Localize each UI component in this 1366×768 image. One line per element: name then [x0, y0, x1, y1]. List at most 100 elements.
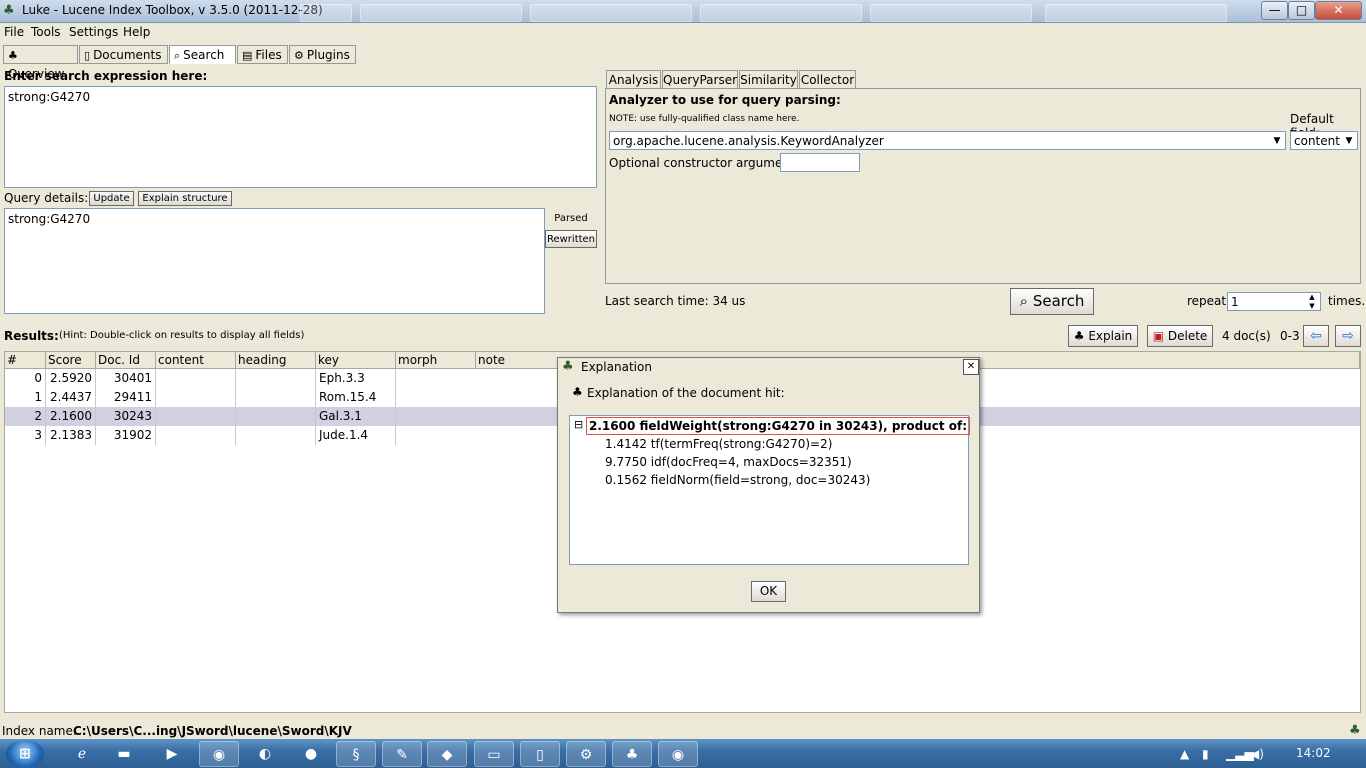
- taskbar-chrome[interactable]: ◉: [199, 741, 239, 767]
- repeat-value: 1: [1231, 295, 1239, 309]
- chevron-down-icon[interactable]: ▼: [1341, 132, 1357, 149]
- tree-node-tf[interactable]: 1.4142 tf(termFreq(strong:G4270)=2): [605, 437, 832, 451]
- cell-key: Rom.15.4: [316, 388, 396, 407]
- taskbar-eclipse[interactable]: ◐: [245, 741, 285, 767]
- background-taskbar-preview: [1045, 4, 1227, 22]
- cell-score: 2.1383: [46, 426, 96, 445]
- menu-settings[interactable]: Settings: [69, 25, 118, 39]
- repeat-spinner[interactable]: 1 ▲ ▼: [1227, 292, 1321, 311]
- tree-collapse-icon[interactable]: ⊟: [574, 418, 583, 431]
- menu-tools[interactable]: Tools: [31, 25, 61, 39]
- column-header-heading[interactable]: heading: [236, 352, 316, 369]
- tab-analysis[interactable]: Analysis: [606, 70, 661, 89]
- taskbar-internet-explorer[interactable]: ℯ: [62, 741, 102, 767]
- cell-heading: [236, 407, 316, 426]
- dialog-title-bar[interactable]: ♣ Explanation ✕: [558, 358, 979, 376]
- analyzer-value: org.apache.lucene.analysis.KeywordAnalyz…: [613, 134, 884, 148]
- trash-icon: ▣: [1152, 329, 1165, 343]
- rewritten-toggle[interactable]: Rewritten: [545, 230, 597, 248]
- tab-overview[interactable]: ♣Overview: [3, 45, 78, 81]
- cell-number: 1: [5, 388, 46, 407]
- taskbar-file-explorer[interactable]: ▬: [104, 741, 144, 767]
- index-name-label: Index name:: [2, 724, 77, 738]
- column-header-morph[interactable]: morph: [396, 352, 476, 369]
- taskbar-remote-desktop[interactable]: ▭: [474, 741, 514, 767]
- repeat-label: repeat: [1187, 294, 1227, 308]
- delete-button[interactable]: ▣ Delete: [1147, 325, 1213, 347]
- query-details-area[interactable]: strong:G4270: [4, 208, 545, 314]
- update-button[interactable]: Update: [89, 191, 134, 206]
- explanation-tree[interactable]: ⊟ 2.1600 fieldWeight(strong:G4270 in 302…: [569, 415, 971, 565]
- tab-search[interactable]: ⌕ Search: [169, 45, 236, 64]
- tab-plugins[interactable]: ⚙ Plugins: [289, 45, 356, 64]
- ok-button[interactable]: OK: [751, 581, 786, 602]
- default-field-combo[interactable]: content ▼: [1290, 131, 1358, 150]
- next-page-button[interactable]: ⇨: [1335, 325, 1361, 347]
- maximize-button[interactable]: □: [1288, 1, 1315, 20]
- luke-app-icon: ♣: [562, 359, 574, 374]
- taskbar-clock[interactable]: 14:02: [1296, 746, 1331, 760]
- taskbar-document[interactable]: ▯: [520, 741, 560, 767]
- previous-page-button[interactable]: ⇦: [1303, 325, 1329, 347]
- taskbar-git[interactable]: ◆: [427, 741, 467, 767]
- tab-queryparser[interactable]: QueryParser: [662, 70, 738, 89]
- chevron-down-icon[interactable]: ▼: [1269, 132, 1285, 149]
- analyzer-combo[interactable]: org.apache.lucene.analysis.KeywordAnalyz…: [609, 131, 1286, 150]
- volume-icon[interactable]: ◀): [1250, 747, 1264, 761]
- parsed-toggle[interactable]: Parsed: [545, 210, 597, 228]
- index-name-value: C:\Users\C...ing\JSword\lucene\Sword\KJV: [73, 724, 352, 738]
- search-icon: ⌕: [1019, 292, 1029, 310]
- tree-node-fieldnorm[interactable]: 0.1562 fieldNorm(field=strong, doc=30243…: [605, 473, 870, 487]
- taskbar-notepad[interactable]: ✎: [382, 741, 422, 767]
- tree-node-idf[interactable]: 9.7750 idf(docFreq=4, maxDocs=32351): [605, 455, 852, 469]
- explain-button[interactable]: ♣ Explain: [1068, 325, 1138, 347]
- search-button[interactable]: ⌕ Search: [1010, 288, 1094, 315]
- internet-explorer-icon: ℯ: [77, 746, 87, 762]
- menu-file[interactable]: File: [4, 25, 24, 39]
- doc-count: 4 doc(s): [1222, 329, 1271, 343]
- column-header-key[interactable]: key: [316, 352, 396, 369]
- constructor-arg-label: Optional constructor argument:: [609, 156, 799, 170]
- cell-heading: [236, 426, 316, 445]
- taskbar-media-player[interactable]: ▶: [152, 741, 192, 767]
- spinner-arrows-icon[interactable]: ▲ ▼: [1304, 293, 1320, 310]
- background-taskbar-preview: [870, 4, 1032, 22]
- tab-documents[interactable]: ▯ Documents: [79, 45, 168, 64]
- taskbar-firefox[interactable]: ●: [291, 741, 331, 767]
- power-icon[interactable]: ▮: [1202, 747, 1209, 761]
- search-expression-input[interactable]: strong:G4270: [4, 86, 597, 188]
- query-details-label: Query details:: [4, 191, 89, 205]
- eclipse-icon: ◐: [258, 746, 272, 762]
- cell-doc-id: 29411: [96, 388, 156, 407]
- taskbar-chrome-2[interactable]: ◉: [658, 741, 698, 767]
- dialog-close-button[interactable]: ✕: [963, 359, 979, 375]
- taskbar-luke[interactable]: ♣: [612, 741, 652, 767]
- menu-help[interactable]: Help: [123, 25, 150, 39]
- column-header-doc-id[interactable]: Doc. Id: [96, 352, 156, 369]
- document-icon: ▯: [84, 49, 91, 62]
- menu-bar: File Tools Settings Help: [0, 23, 1366, 42]
- column-header-number[interactable]: #: [5, 352, 46, 369]
- start-button[interactable]: ⊞: [6, 740, 44, 768]
- taskbar-settings[interactable]: ⚙: [566, 741, 606, 767]
- column-header-content[interactable]: content: [156, 352, 236, 369]
- explain-structure-button[interactable]: Explain structure: [138, 191, 232, 206]
- minimize-button[interactable]: —: [1261, 1, 1288, 20]
- tree-node-root[interactable]: 2.1600 fieldWeight(strong:G4270 in 30243…: [586, 417, 971, 435]
- column-header-score[interactable]: Score: [46, 352, 96, 369]
- cell-number: 3: [5, 426, 46, 445]
- close-window-button[interactable]: ✕: [1315, 1, 1362, 20]
- background-taskbar-preview: [360, 4, 522, 22]
- taskbar-python[interactable]: §: [336, 741, 376, 767]
- show-hidden-icons-icon[interactable]: ▲: [1180, 747, 1189, 761]
- windows-logo-icon: ⊞: [19, 746, 31, 762]
- taskbar: ⊞ ℯ ▬ ▶ ◉ ◐ ● § ✎ ◆ ▭ ▯ ⚙ ♣ ◉ ▲ ▮ ▁▃▅ ◀)…: [0, 739, 1366, 768]
- cell-score: 2.5920: [46, 369, 96, 388]
- chrome-icon: ◉: [671, 747, 685, 763]
- tab-files[interactable]: ▤ Files: [237, 45, 288, 64]
- tab-similarity[interactable]: Similarity: [739, 70, 798, 89]
- tab-collector[interactable]: Collector: [799, 70, 856, 89]
- background-taskbar-preview: [300, 4, 352, 22]
- constructor-arg-input[interactable]: [780, 153, 860, 172]
- status-bar: Index name: C:\Users\C...ing\JSword\luce…: [0, 721, 1366, 739]
